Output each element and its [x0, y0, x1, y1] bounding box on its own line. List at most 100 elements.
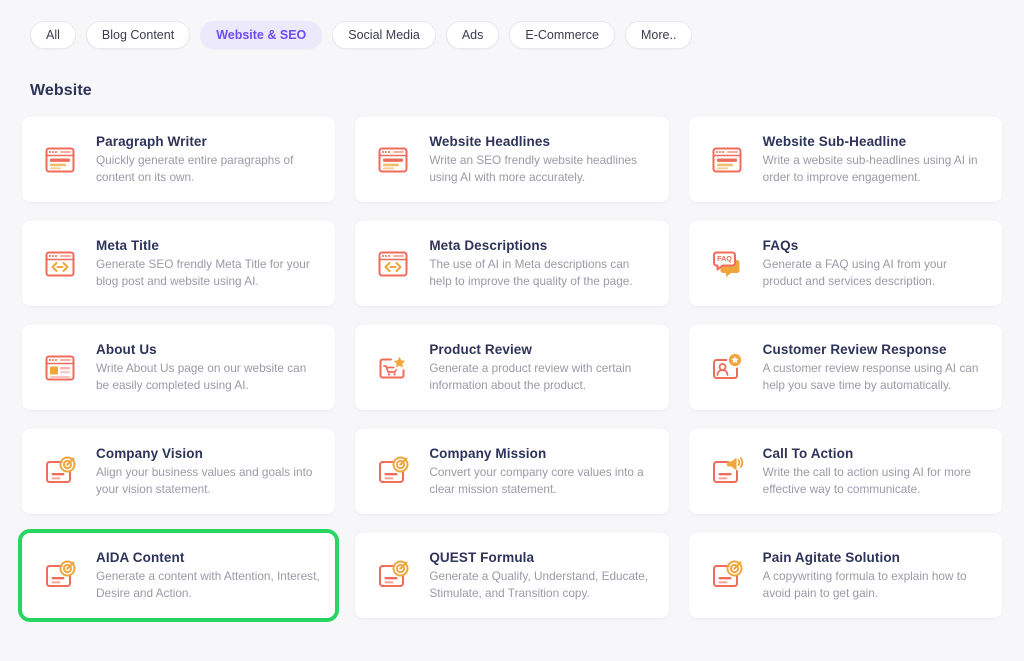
- card-target-icon: [705, 554, 749, 598]
- category-filter-bar: All Blog Content Website & SEO Social Media…: [0, 0, 1024, 49]
- section-heading: Website: [30, 82, 1024, 100]
- filter-chip-label: More..: [641, 28, 676, 42]
- card-wrapper: Website Headlines Write an SEO frendly we…: [351, 113, 672, 206]
- tool-card-text: Product Review Generate a product review …: [429, 342, 654, 394]
- tool-card-company-vision[interactable]: Company Vision Align your business values…: [22, 429, 335, 514]
- person-star-icon: [705, 346, 749, 390]
- card-target-icon: [371, 554, 415, 598]
- tool-card-title: FAQs: [763, 238, 988, 253]
- card-wrapper: Company Vision Align your business values…: [18, 425, 339, 518]
- filter-chip-label: Blog Content: [102, 28, 174, 42]
- filter-chip-social-media[interactable]: Social Media: [332, 21, 436, 49]
- card-wrapper: Website Sub-Headline Write a website sub-…: [685, 113, 1006, 206]
- filter-chip-blog-content[interactable]: Blog Content: [86, 21, 190, 49]
- tool-card-title: Paragraph Writer: [96, 134, 321, 149]
- template-card-grid: Paragraph Writer Quickly generate entire …: [0, 113, 1024, 622]
- card-wrapper: FAQ FAQs Generate a FAQ using AI from you…: [685, 217, 1006, 310]
- tool-card-title: Call To Action: [763, 446, 988, 461]
- browser-lines-icon: [705, 138, 749, 182]
- tool-card-description: Write the call to action using AI for mo…: [763, 464, 988, 498]
- tool-card-title: AIDA Content: [96, 550, 321, 565]
- tool-card-description: Write About Us page on our website can b…: [96, 360, 321, 394]
- browser-code-icon: [38, 242, 82, 286]
- tool-card-pain-agitate-solution[interactable]: Pain Agitate SolutionA copywriting formu…: [689, 533, 1002, 618]
- filter-chip-website-seo[interactable]: Website & SEO: [200, 21, 322, 49]
- tool-card-about-us[interactable]: About Us Write About Us page on our websi…: [22, 325, 335, 410]
- card-wrapper: Customer Review Response A customer revie…: [685, 321, 1006, 414]
- card-target-icon: [38, 450, 82, 494]
- filter-chip-more[interactable]: More..: [625, 21, 692, 49]
- tool-card-description: Generate SEO frendly Meta Title for your…: [96, 256, 321, 290]
- tool-card-text: Website Sub-Headline Write a website sub-…: [763, 134, 988, 186]
- tool-card-description: Align your business values and goals int…: [96, 464, 321, 498]
- tool-card-title: Meta Descriptions: [429, 238, 654, 253]
- tool-card-description: Quickly generate entire paragraphs of co…: [96, 152, 321, 186]
- card-wrapper: Company Mission Convert your company core…: [351, 425, 672, 518]
- tool-card-title: Product Review: [429, 342, 654, 357]
- filter-chip-label: All: [46, 28, 60, 42]
- tool-card-title: Pain Agitate Solution: [763, 550, 988, 565]
- card-megaphone-icon: [705, 450, 749, 494]
- card-wrapper: About Us Write About Us page on our websi…: [18, 321, 339, 414]
- tool-card-text: AIDA Content Generate a content with Atte…: [96, 550, 321, 602]
- browser-image-icon: [38, 346, 82, 390]
- tool-card-text: Pain Agitate SolutionA copywriting formu…: [763, 550, 988, 602]
- filter-chip-label: Ads: [462, 28, 484, 42]
- filter-chip-ads[interactable]: Ads: [446, 21, 500, 49]
- highlighted-card-wrapper: AIDA Content Generate a content with Atte…: [18, 529, 339, 622]
- tool-card-text: QUEST Formula Generate a Qualify, Underst…: [429, 550, 654, 602]
- filter-chip-label: E-Commerce: [525, 28, 599, 42]
- tool-card-meta-title[interactable]: Meta Title Generate SEO frendly Meta Titl…: [22, 221, 335, 306]
- tool-card-quest-formula[interactable]: QUEST Formula Generate a Qualify, Underst…: [355, 533, 668, 618]
- filter-chip-all[interactable]: All: [30, 21, 76, 49]
- tool-card-description: Generate a Qualify, Understand, Educate,…: [429, 568, 654, 602]
- tool-card-title: Company Vision: [96, 446, 321, 461]
- tool-card-title: Meta Title: [96, 238, 321, 253]
- faq-chat-icon: FAQ: [705, 242, 749, 286]
- tool-card-description: Generate a product review with certain i…: [429, 360, 654, 394]
- tool-card-title: Company Mission: [429, 446, 654, 461]
- browser-lines-icon: [38, 138, 82, 182]
- tool-card-call-to-action[interactable]: Call To Action Write the call to action u…: [689, 429, 1002, 514]
- tool-card-title: Customer Review Response: [763, 342, 988, 357]
- tool-card-description: Generate a content with Attention, Inter…: [96, 568, 321, 602]
- browser-lines-icon: [371, 138, 415, 182]
- tool-card-text: Company Mission Convert your company core…: [429, 446, 654, 498]
- tool-card-description: The use of AI in Meta descriptions can h…: [429, 256, 654, 290]
- filter-chip-e-commerce[interactable]: E-Commerce: [509, 21, 615, 49]
- tool-card-description: Write an SEO frendly website headlines u…: [429, 152, 654, 186]
- tool-card-title: QUEST Formula: [429, 550, 654, 565]
- card-wrapper: Pain Agitate SolutionA copywriting formu…: [685, 529, 1006, 622]
- tool-card-description: A customer review response using AI can …: [763, 360, 988, 394]
- tool-card-text: Company Vision Align your business values…: [96, 446, 321, 498]
- tool-card-description: Write a website sub-headlines using AI i…: [763, 152, 988, 186]
- tool-card-text: Customer Review Response A customer revie…: [763, 342, 988, 394]
- card-wrapper: Paragraph Writer Quickly generate entire …: [18, 113, 339, 206]
- tool-card-website-sub-headline[interactable]: Website Sub-Headline Write a website sub-…: [689, 117, 1002, 202]
- card-target-icon: [371, 450, 415, 494]
- tool-card-title: Website Sub-Headline: [763, 134, 988, 149]
- tool-card-aida-content[interactable]: AIDA Content Generate a content with Atte…: [22, 533, 335, 618]
- tool-card-website-headlines[interactable]: Website Headlines Write an SEO frendly we…: [355, 117, 668, 202]
- filter-chip-label: Website & SEO: [216, 28, 306, 42]
- tool-card-product-review[interactable]: Product Review Generate a product review …: [355, 325, 668, 410]
- cart-star-icon: [371, 346, 415, 390]
- tool-card-text: Meta Descriptions The use of AI in Meta d…: [429, 238, 654, 290]
- card-wrapper: Product Review Generate a product review …: [351, 321, 672, 414]
- svg-text:FAQ: FAQ: [717, 254, 732, 263]
- tool-card-customer-review-response[interactable]: Customer Review Response A customer revie…: [689, 325, 1002, 410]
- tool-card-faqs[interactable]: FAQ FAQs Generate a FAQ using AI from you…: [689, 221, 1002, 306]
- card-wrapper: Meta Descriptions The use of AI in Meta d…: [351, 217, 672, 310]
- tool-card-meta-descriptions[interactable]: Meta Descriptions The use of AI in Meta d…: [355, 221, 668, 306]
- tool-card-title: Website Headlines: [429, 134, 654, 149]
- tool-card-paragraph-writer[interactable]: Paragraph Writer Quickly generate entire …: [22, 117, 335, 202]
- tool-card-title: About Us: [96, 342, 321, 357]
- tool-card-description: Convert your company core values into a …: [429, 464, 654, 498]
- tool-card-text: Website Headlines Write an SEO frendly we…: [429, 134, 654, 186]
- filter-chip-label: Social Media: [348, 28, 420, 42]
- tool-card-company-mission[interactable]: Company Mission Convert your company core…: [355, 429, 668, 514]
- card-target-icon: [38, 554, 82, 598]
- browser-code-icon: [371, 242, 415, 286]
- tool-card-description: Generate a FAQ using AI from your produc…: [763, 256, 988, 290]
- tool-card-text: Paragraph Writer Quickly generate entire …: [96, 134, 321, 186]
